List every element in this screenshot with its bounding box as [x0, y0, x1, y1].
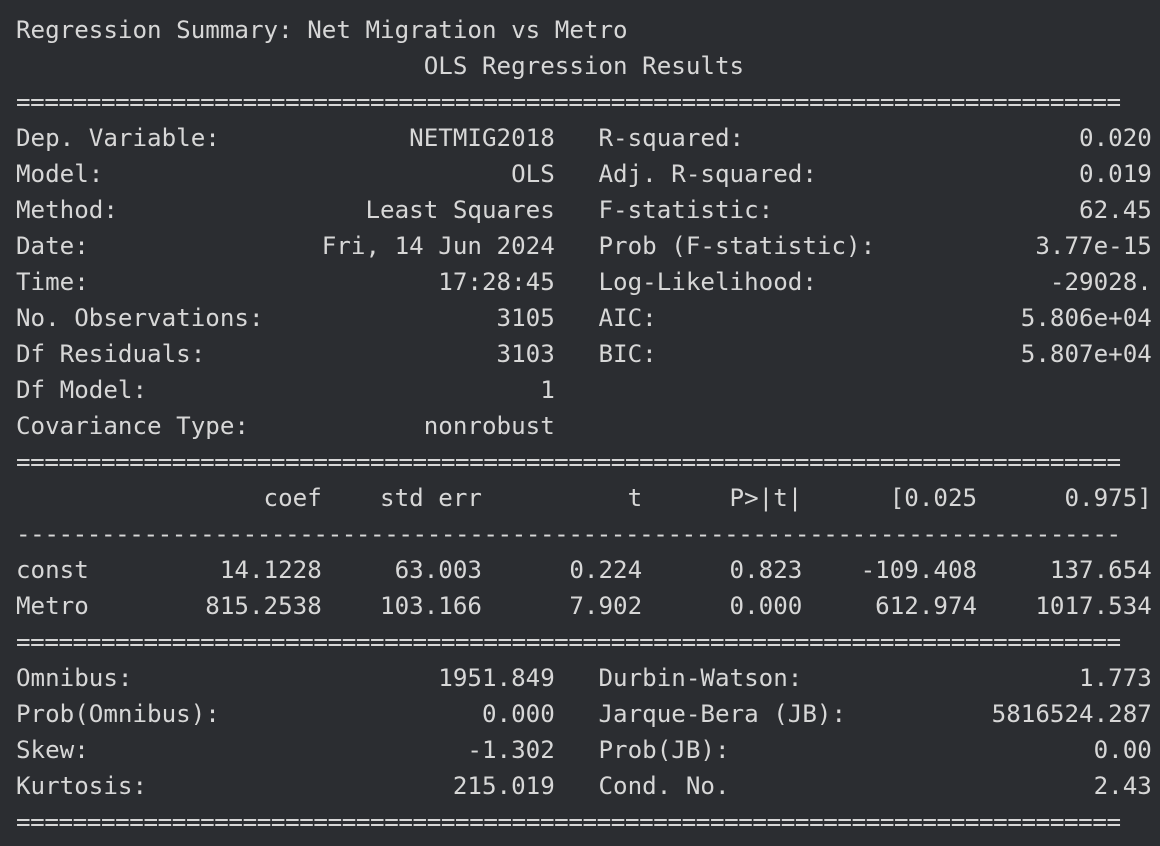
stat-row: Date: Fri, 14 Jun 2024 Prob (F-statistic… — [16, 232, 1152, 260]
output-title: Regression Summary: Net Migration vs Met… — [16, 16, 628, 44]
stat-row: Dep. Variable: NETMIG2018 R-squared: 0.0… — [16, 124, 1152, 152]
stat-row: Df Residuals: 3103 BIC: 5.807e+04 — [16, 340, 1152, 368]
rule-line: ========================================… — [16, 628, 1121, 656]
rule-line: ========================================… — [16, 88, 1121, 116]
diagnostic-row: Omnibus: 1951.849 Durbin-Watson: 1.773 — [16, 664, 1152, 692]
coef-row-metro: Metro 815.2538 103.166 7.902 0.000 612.9… — [16, 592, 1152, 620]
rule-line: ========================================… — [16, 808, 1121, 836]
stat-row: Covariance Type: nonrobust — [16, 412, 1152, 440]
stat-row: No. Observations: 3105 AIC: 5.806e+04 — [16, 304, 1152, 332]
stat-row: Method: Least Squares F-statistic: 62.45 — [16, 196, 1152, 224]
rule-line: ========================================… — [16, 448, 1121, 476]
results-heading: OLS Regression Results — [16, 52, 1152, 80]
stat-row: Model: OLS Adj. R-squared: 0.019 — [16, 160, 1152, 188]
dash-rule-line: ----------------------------------------… — [16, 520, 1121, 548]
diagnostic-row: Skew: -1.302 Prob(JB): 0.00 — [16, 736, 1152, 764]
diagnostic-row: Kurtosis: 215.019 Cond. No. 2.43 — [16, 772, 1152, 800]
stat-row: Time: 17:28:45 Log-Likelihood: -29028. — [16, 268, 1152, 296]
coef-table-header: coef std err t P>|t| [0.025 0.975] — [16, 484, 1152, 512]
stat-row: Df Model: 1 — [16, 376, 1152, 404]
coef-row-const: const 14.1228 63.003 0.224 0.823 -109.40… — [16, 556, 1152, 584]
regression-output: Regression Summary: Net Migration vs Met… — [16, 12, 1152, 840]
diagnostic-row: Prob(Omnibus): 0.000 Jarque-Bera (JB): 5… — [16, 700, 1152, 728]
